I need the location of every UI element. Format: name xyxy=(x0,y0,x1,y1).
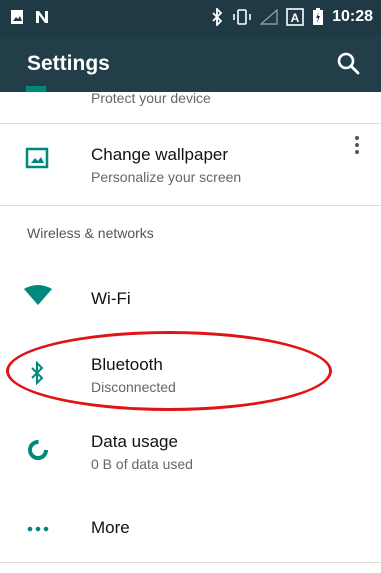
security-icon xyxy=(26,86,46,92)
list-item-wifi[interactable]: Wi-Fi xyxy=(0,275,381,325)
security-subtitle: Protect your device xyxy=(91,90,211,106)
bluetooth-title: Bluetooth xyxy=(91,355,163,374)
status-time: 10:28 xyxy=(332,8,373,25)
status-right-icons: A 10:28 xyxy=(210,8,373,26)
wifi-title: Wi-Fi xyxy=(91,289,131,308)
no-signal-icon xyxy=(260,9,278,25)
data-usage-title: Data usage xyxy=(91,432,178,451)
overflow-menu-icon[interactable] xyxy=(351,135,363,157)
more-title: More xyxy=(91,518,130,537)
divider xyxy=(0,205,381,206)
n-notification-icon xyxy=(36,11,48,23)
page-title: Settings xyxy=(27,52,110,75)
status-bar: A 10:28 xyxy=(0,0,381,37)
svg-text:A: A xyxy=(291,11,300,25)
wallpaper-subtitle: Personalize your screen xyxy=(91,169,242,185)
bluetooth-subtitle: Disconnected xyxy=(91,379,176,395)
vibrate-icon xyxy=(233,9,251,25)
a-badge-icon: A xyxy=(286,8,304,26)
more-dots-icon xyxy=(27,526,49,532)
battery-icon xyxy=(313,8,324,25)
photo-icon xyxy=(11,10,23,24)
section-header-wireless: Wireless & networks xyxy=(27,225,154,241)
divider xyxy=(0,562,381,563)
status-left-icons xyxy=(10,9,50,25)
bluetooth-icon xyxy=(31,360,44,386)
wifi-icon xyxy=(24,285,52,305)
wallpaper-icon xyxy=(25,147,49,169)
list-item-wallpaper[interactable]: Change wallpaper Personalize your screen xyxy=(0,124,381,194)
data-usage-subtitle: 0 B of data used xyxy=(91,456,193,472)
bluetooth-icon xyxy=(212,8,223,26)
data-usage-icon xyxy=(28,440,48,460)
search-icon[interactable] xyxy=(335,50,363,78)
list-item-security[interactable]: Protect your device xyxy=(0,86,381,122)
settings-list: Protect your device Change wallpaper Per… xyxy=(0,86,381,573)
list-item-more[interactable]: More xyxy=(0,504,381,554)
list-item-bluetooth[interactable]: Bluetooth Disconnected xyxy=(0,344,381,404)
list-item-data-usage[interactable]: Data usage 0 B of data used xyxy=(0,423,381,483)
wallpaper-title: Change wallpaper xyxy=(91,145,229,164)
app-bar: Settings xyxy=(0,37,381,92)
